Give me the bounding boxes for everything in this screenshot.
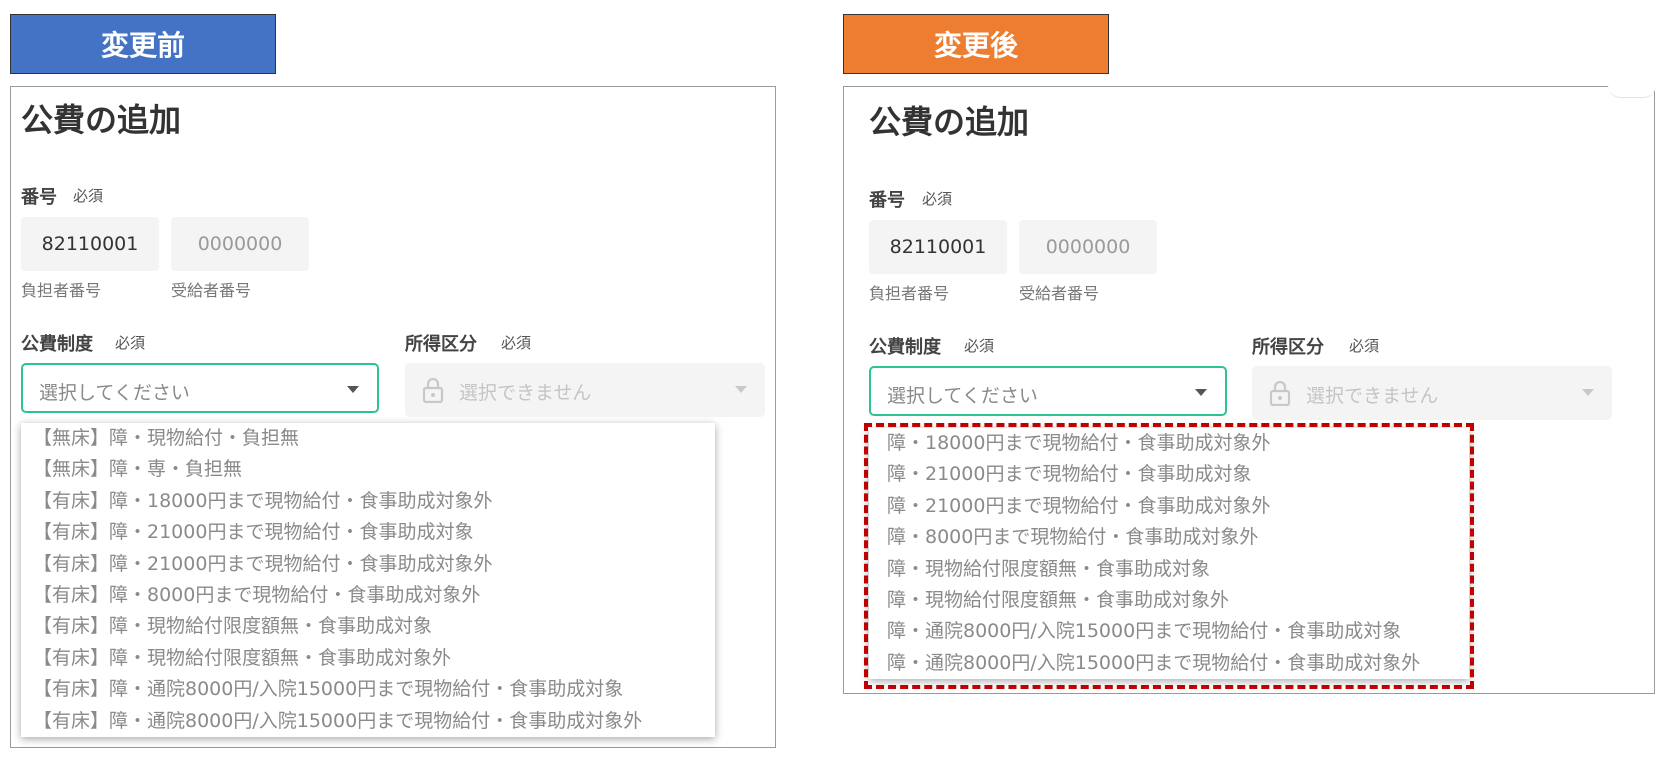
list-item[interactable]: 障・現物給付限度額無・食事助成対象 bbox=[869, 554, 1469, 585]
required-badge: 必須 bbox=[1349, 337, 1380, 355]
system-select[interactable]: 選択してください bbox=[869, 366, 1227, 416]
select-placeholder: 選択してください bbox=[39, 382, 190, 404]
recipient-number-input[interactable]: 0000000 bbox=[1019, 220, 1157, 274]
required-badge: 必須 bbox=[964, 337, 995, 355]
lock-icon bbox=[1269, 380, 1291, 406]
list-item[interactable]: 障・18000円まで現物給付・食事助成対象外 bbox=[869, 428, 1469, 459]
page-title: 公費の追加 bbox=[869, 103, 1030, 141]
recipient-number-label: 受給者番号 bbox=[171, 281, 252, 300]
list-item[interactable]: 【有床】障・8000円まで現物給付・食事助成対象外 bbox=[21, 580, 715, 611]
payer-number-label: 負担者番号 bbox=[21, 281, 102, 300]
list-item[interactable]: 障・現物給付限度額無・食事助成対象外 bbox=[869, 585, 1469, 616]
list-item[interactable]: 【有床】障・通院8000円/入院15000円まで現物給付・食事助成対象外 bbox=[21, 706, 715, 737]
list-item[interactable]: 【無床】障・現物給付・負担無 bbox=[21, 423, 715, 454]
system-dropdown-list: 【無床】障・現物給付・負担無 【無床】障・専・負担無 【有床】障・18000円ま… bbox=[21, 423, 715, 737]
recipient-number-input[interactable]: 0000000 bbox=[171, 217, 309, 271]
list-item[interactable]: 【有床】障・18000円まで現物給付・食事助成対象外 bbox=[21, 486, 715, 517]
payer-number-input[interactable]: 82110001 bbox=[21, 217, 159, 271]
required-badge: 必須 bbox=[115, 334, 146, 352]
payer-number-label: 負担者番号 bbox=[869, 284, 950, 303]
lock-icon bbox=[422, 377, 444, 403]
page-title: 公費の追加 bbox=[21, 101, 182, 139]
chevron-down-icon bbox=[1195, 389, 1207, 396]
income-label: 所得区分 bbox=[405, 334, 477, 355]
before-label: 変更前 bbox=[10, 14, 276, 74]
chevron-down-icon bbox=[735, 386, 747, 393]
after-label: 変更後 bbox=[843, 14, 1109, 74]
list-item[interactable]: 【有床】障・現物給付限度額無・食事助成対象 bbox=[21, 611, 715, 642]
select-placeholder: 選択してください bbox=[887, 385, 1038, 407]
after-panel: 公費の追加 番号 必須 82110001 0000000 負担者番号 受給者番号… bbox=[843, 85, 1656, 694]
system-label: 公費制度 bbox=[21, 334, 93, 355]
list-item[interactable]: 【有床】障・21000円まで現物給付・食事助成対象外 bbox=[21, 549, 715, 580]
system-select[interactable]: 選択してください bbox=[21, 363, 379, 413]
list-item[interactable]: 【有床】障・21000円まで現物給付・食事助成対象 bbox=[21, 517, 715, 548]
list-item[interactable]: 【有床】障・通院8000円/入院15000円まで現物給付・食事助成対象 bbox=[21, 674, 715, 705]
chevron-down-icon bbox=[1582, 389, 1594, 396]
list-item[interactable]: 障・通院8000円/入院15000円まで現物給付・食事助成対象外 bbox=[869, 648, 1469, 679]
list-item[interactable]: 障・8000円まで現物給付・食事助成対象外 bbox=[869, 522, 1469, 553]
list-item[interactable]: 障・21000円まで現物給付・食事助成対象 bbox=[869, 459, 1469, 490]
system-dropdown-list: 障・18000円まで現物給付・食事助成対象外 障・21000円まで現物給付・食事… bbox=[869, 428, 1469, 680]
system-label: 公費制度 bbox=[869, 337, 941, 358]
payer-number-input[interactable]: 82110001 bbox=[869, 220, 1007, 274]
chevron-down-icon bbox=[347, 386, 359, 393]
disabled-placeholder: 選択できません bbox=[1306, 385, 1439, 407]
income-select-disabled: 選択できません bbox=[1252, 366, 1612, 420]
list-item[interactable]: 【有床】障・現物給付限度額無・食事助成対象外 bbox=[21, 643, 715, 674]
required-badge: 必須 bbox=[73, 187, 104, 205]
disabled-placeholder: 選択できません bbox=[459, 382, 592, 404]
list-item[interactable]: 障・21000円まで現物給付・食事助成対象外 bbox=[869, 491, 1469, 522]
before-panel: 公費の追加 番号 必須 82110001 0000000 負担者番号 受給者番号… bbox=[10, 86, 776, 748]
required-badge: 必須 bbox=[922, 190, 953, 208]
recipient-number-label: 受給者番号 bbox=[1019, 284, 1100, 303]
required-badge: 必須 bbox=[501, 334, 532, 352]
corner-decoration bbox=[1608, 85, 1656, 98]
number-label: 番号 bbox=[869, 190, 905, 211]
income-select-disabled: 選択できません bbox=[405, 363, 765, 417]
list-item[interactable]: 障・通院8000円/入院15000円まで現物給付・食事助成対象 bbox=[869, 616, 1469, 647]
number-label: 番号 bbox=[21, 187, 57, 208]
list-item[interactable]: 【無床】障・専・負担無 bbox=[21, 454, 715, 485]
income-label: 所得区分 bbox=[1252, 337, 1324, 358]
